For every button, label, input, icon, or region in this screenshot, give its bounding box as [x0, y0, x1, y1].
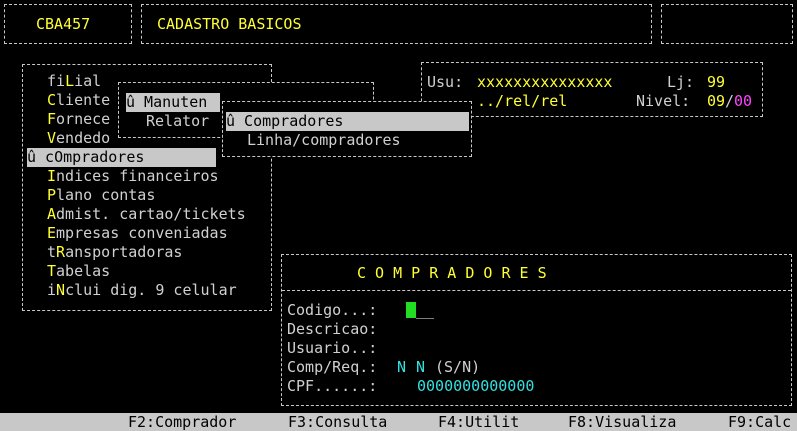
- function-key-bar: F2:Comprador F3:Consulta F4:Utilit F8:Vi…: [0, 413, 797, 431]
- lj-value: 99: [707, 73, 726, 91]
- main-menu-item[interactable]: Plano contas: [47, 186, 155, 205]
- page-title: CADASTRO BASICOS: [157, 15, 302, 33]
- fkey-f9-calc[interactable]: F9:Calc: [728, 413, 791, 431]
- main-menu-item[interactable]: Indices financeiros: [47, 167, 219, 186]
- main-menu-item[interactable]: Cliente: [47, 91, 110, 110]
- main-menu-item[interactable]: tRansportadoras: [47, 243, 182, 262]
- main-menu-item[interactable]: Vendedo: [47, 129, 110, 148]
- fkey-f8-visualiza[interactable]: F8:Visualiza: [568, 413, 676, 431]
- nivel-separator: /: [725, 92, 735, 110]
- title-box: CADASTRO BASICOS: [141, 4, 652, 44]
- submenu-item-manutencao[interactable]: û Manuten: [126, 93, 220, 112]
- main-menu-item[interactable]: fiLial: [47, 72, 101, 91]
- main-menu-item[interactable]: iNclui dig. 9 celular: [47, 281, 237, 300]
- comp-value[interactable]: N: [397, 358, 406, 377]
- cpf-value[interactable]: 0000000000000: [417, 377, 534, 396]
- nivel-max: 00: [734, 92, 753, 110]
- codigo-input[interactable]: __: [416, 301, 434, 320]
- fkey-f3-consulta[interactable]: F3:Consulta: [288, 413, 387, 431]
- cpf-label: CPF......:: [287, 377, 378, 395]
- text-cursor[interactable]: [406, 302, 416, 318]
- info-box: Usu: xxxxxxxxxxxxxxx Lj: 99 ../rel/rel N…: [421, 62, 763, 117]
- usuario-label: Usuario..:: [287, 339, 378, 357]
- main-menu-item[interactable]: Fornece: [47, 110, 110, 129]
- fkey-f4-utilit[interactable]: F4:Utilit: [438, 413, 519, 431]
- main-menu-item[interactable]: Tabelas: [47, 262, 110, 281]
- lj-label: Lj:: [667, 73, 695, 91]
- header-right-box: [661, 4, 793, 44]
- codigo-label: Codigo...:: [287, 301, 378, 319]
- nivel-label: Nivel:: [636, 92, 691, 110]
- compreq-label: Comp/Req.:: [287, 358, 378, 376]
- main-menu-item[interactable]: Admist. cartao/tickets: [47, 205, 246, 224]
- submenu-compradores: û Compradores Linha/compradores: [222, 101, 472, 157]
- fkey-f2-comprador[interactable]: F2:Comprador: [128, 413, 236, 431]
- compradores-form: C O M P R A D O R E S Codigo...: __ Desc…: [281, 254, 792, 406]
- form-title-divider: [282, 290, 791, 291]
- main-menu-item[interactable]: Empresas conveniadas: [47, 224, 228, 243]
- program-code: CBA457: [36, 15, 91, 33]
- usu-label: Usu:: [427, 73, 464, 91]
- program-code-box: CBA457: [4, 4, 132, 44]
- req-value[interactable]: N: [416, 358, 425, 377]
- submenu-item-relatorios[interactable]: Relator: [146, 112, 209, 131]
- main-menu-item[interactable]: û cOmpradores: [27, 148, 216, 167]
- submenu2-item-compradores[interactable]: û Compradores: [226, 112, 469, 131]
- nivel-value: 09: [707, 92, 726, 110]
- report-path: ../rel/rel: [477, 92, 568, 110]
- compreq-hint: (S/N): [435, 358, 481, 376]
- descricao-label: Descricao:: [287, 320, 378, 338]
- submenu2-item-linha-compradores[interactable]: Linha/compradores: [247, 131, 401, 150]
- usu-value: xxxxxxxxxxxxxxx: [477, 73, 613, 91]
- form-title: C O M P R A D O R E S: [357, 264, 547, 282]
